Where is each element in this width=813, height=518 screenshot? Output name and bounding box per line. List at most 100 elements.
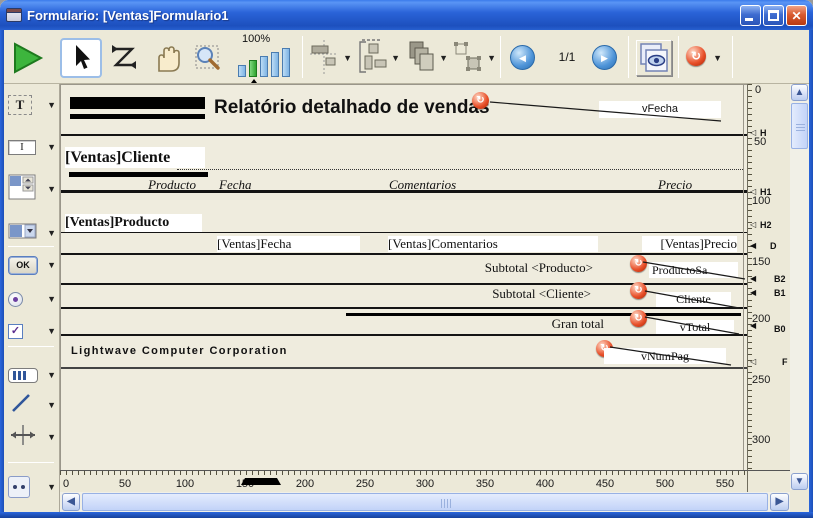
zoom-tool-button[interactable] [192,42,224,74]
subtotal-cliente-label[interactable]: Subtotal <Cliente> [449,286,591,302]
zoom-bar-4[interactable] [271,52,279,77]
zoom-bar-1[interactable] [238,65,246,77]
text-tool-dropdown[interactable]: ▼ [47,100,56,110]
dotted-line[interactable] [177,169,743,170]
display-preview-button[interactable] [636,40,672,76]
listbox-tool-button[interactable]: ▼ [8,174,56,204]
checkbox-tool-dropdown[interactable]: ▼ [47,326,56,336]
zoom-level-widget[interactable]: 100% [236,33,298,81]
input-tool-dropdown[interactable]: ▼ [47,142,56,152]
horizontal-scrollbar[interactable]: ◀ ▶ [60,492,790,512]
section-marker-b1[interactable]: ◀ [750,287,756,298]
section-line-header1[interactable] [61,190,748,193]
object-method-badge-productosa[interactable]: ↻ [630,255,647,272]
preview-icon [637,41,671,75]
gran-total-label[interactable]: Gran total [482,316,604,332]
variable-productosa[interactable]: ProductoSa [649,262,738,278]
layer-order-dropdown-arrow[interactable]: ▼ [439,38,448,78]
group-tool-button[interactable]: ▼ [452,38,496,78]
section-line-break1[interactable] [61,307,748,309]
entry-order-tool-button[interactable] [108,44,140,72]
pointer-tool-button[interactable] [60,38,102,78]
hand-tool-button[interactable] [150,42,184,74]
footer-company-label[interactable]: Lightwave Computer Corporation [71,345,288,357]
listbox-tool-dropdown[interactable]: ▼ [47,184,56,194]
subtotal-producto-label[interactable]: Subtotal <Producto> [451,260,593,276]
combobox-tool-dropdown[interactable]: ▼ [47,228,56,238]
field-ventas-comentarios[interactable]: [Ventas]Comentarios [388,236,598,252]
radio-tool-dropdown[interactable]: ▼ [47,294,56,304]
layer-order-tool-button[interactable]: ▼ [404,38,448,78]
section-marker-b0[interactable]: ◀ [750,320,756,331]
section-marker-h1[interactable]: ◁ [750,186,756,197]
line-tool-button[interactable]: ▼ [8,390,56,420]
distribute-tool-button[interactable]: ▼ [356,38,400,78]
section-line-header[interactable] [61,134,748,136]
execute-form-button[interactable] [12,42,44,74]
align-tool-button[interactable]: ▼ [308,38,352,78]
previous-page-button[interactable]: ◀ [510,45,535,70]
field-ventas-precio[interactable]: [Ventas]Precio [642,236,737,252]
splitter-tool-button[interactable]: ▼ [8,422,56,452]
group-dropdown-arrow[interactable]: ▼ [487,38,496,78]
variable-vfecha[interactable]: vFecha [599,101,721,118]
section-marker-d[interactable]: ◀ [750,240,756,251]
insert-method-button[interactable]: ↻ ▼ [686,46,724,70]
section-marker-b2[interactable]: ◀ [750,273,756,284]
zoom-bar-2-selected[interactable] [249,60,257,77]
section-line-detail[interactable] [61,253,748,255]
section-line-footer[interactable] [61,367,748,369]
distribute-dropdown-arrow[interactable]: ▼ [391,38,400,78]
vertical-scrollbar[interactable]: ▲ ▼ [790,84,809,490]
section-line-header2[interactable] [61,232,748,233]
next-page-button[interactable]: ▶ [592,45,617,70]
line-tool-dropdown[interactable]: ▼ [47,400,56,410]
text-tool-button[interactable]: T▼ [8,90,56,120]
scroll-right-button[interactable]: ▶ [770,493,789,511]
variable-vnumpag[interactable]: vNumPag [604,348,726,364]
report-title-label[interactable]: Relatório detalhado de vendas [214,97,490,119]
form-window-icon [6,8,22,22]
toolbar-separator [628,36,629,78]
thumb-grip [796,124,805,132]
section-line-break0[interactable] [61,334,748,336]
titlebar[interactable]: Formulario: [Ventas]Formulario1 ✕ [0,0,813,30]
zoom-bar-3[interactable] [260,56,268,77]
scroll-left-button[interactable]: ◀ [62,493,80,511]
checkbox-tool-button[interactable]: ✓▼ [8,316,56,346]
vertical-scroll-thumb[interactable] [791,103,808,149]
input-tool-button[interactable]: I▼ [8,132,56,162]
combobox-tool-button[interactable]: ▼ [8,218,56,248]
object-method-badge-vfecha[interactable]: ↻ [472,92,489,109]
variable-vtotal[interactable]: vTotal [656,320,734,335]
variable-cliente[interactable]: Cliente [656,292,731,307]
object-method-badge-cliente[interactable]: ↻ [630,282,647,299]
buttongrid-tool-dropdown[interactable]: ▼ [47,370,56,380]
maximize-button[interactable] [763,5,784,26]
form-canvas[interactable]: Relatório detalhado de vendas ↻ vFecha [… [60,84,747,470]
horizontal-scroll-thumb[interactable] [82,493,768,511]
field-ventas-producto[interactable]: [Ventas]Producto [65,214,202,232]
buttongrid-tool-button[interactable]: ▼ [8,360,56,390]
decoration-bar-thin[interactable] [70,114,205,119]
decoration-bar-thick[interactable] [70,97,205,109]
field-ventas-fecha[interactable]: [Ventas]Fecha [217,236,360,252]
radio-tool-button[interactable]: ▼ [8,284,56,314]
hruler-label: 200 [285,478,325,490]
button-tool-button[interactable]: OK▼ [8,250,56,280]
minimize-button[interactable] [740,5,761,26]
method-dropdown-arrow[interactable]: ▼ [713,38,722,78]
align-dropdown-arrow[interactable]: ▼ [343,38,352,78]
field-ventas-cliente[interactable]: [Ventas]Cliente [65,147,205,168]
button-tool-dropdown[interactable]: ▼ [47,260,56,270]
scroll-up-button[interactable]: ▲ [791,84,808,101]
scroll-down-button[interactable]: ▼ [791,473,808,490]
splitter-tool-dropdown[interactable]: ▼ [47,432,56,442]
close-button[interactable]: ✕ [786,5,807,26]
section-marker-h2[interactable]: ◁ [750,219,756,230]
object-method-badge-vtotal[interactable]: ↻ [630,310,647,327]
section-marker-h[interactable]: ◁ [750,127,756,138]
section-marker-f[interactable]: ◁ [750,356,756,367]
horizontal-ruler: 0 50 100 150 200 250 300 350 400 450 500… [60,470,747,492]
zoom-bar-5[interactable] [282,48,290,77]
